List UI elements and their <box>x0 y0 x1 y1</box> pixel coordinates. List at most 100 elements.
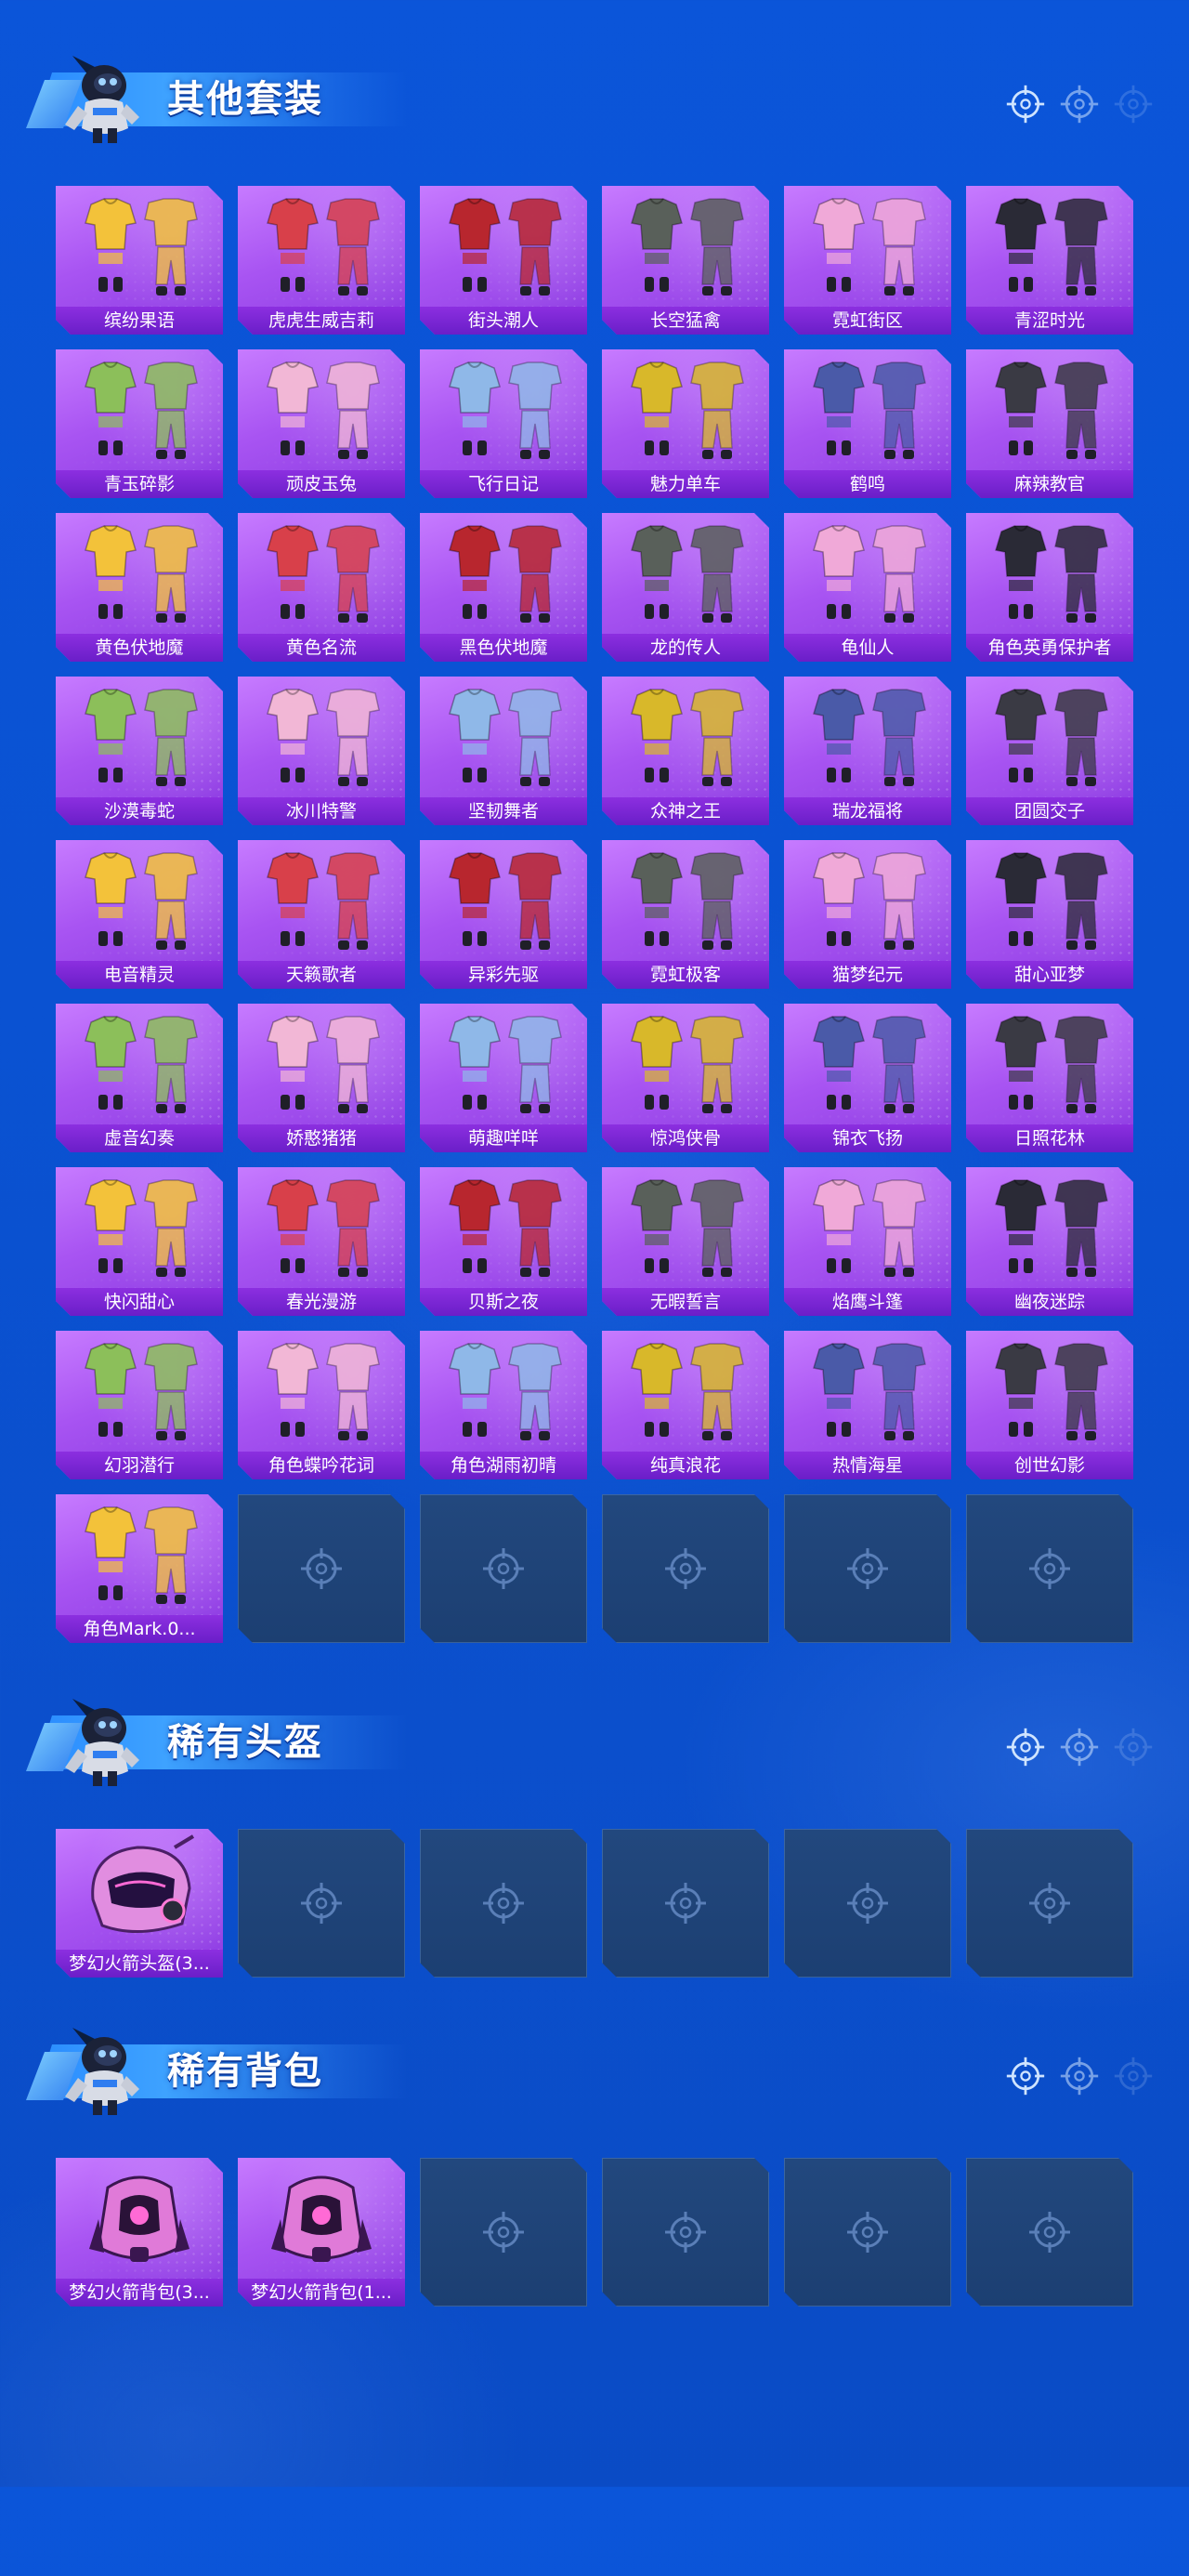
item-card[interactable]: 角色Mark.0... <box>56 1494 223 1643</box>
item-card[interactable]: 甜心亚梦 <box>966 840 1133 989</box>
empty-slot <box>784 1829 951 1978</box>
item-card[interactable]: 春光漫游 <box>238 1167 405 1316</box>
item-card[interactable]: 电音精灵 <box>56 840 223 989</box>
outfit-image <box>799 1336 936 1446</box>
item-label: 猫梦纪元 <box>784 961 951 989</box>
item-label: 电音精灵 <box>56 961 223 989</box>
decor-icons <box>1005 1727 1172 1768</box>
outfit-image <box>253 191 390 301</box>
item-label: 春光漫游 <box>238 1288 405 1316</box>
outfit-image <box>617 1173 754 1282</box>
section-3: 稀有背包 梦幻火箭背包(3... 梦幻火箭背包(1... <box>0 2018 1189 2576</box>
outfit-image <box>799 1173 936 1282</box>
outfit-image <box>799 519 936 628</box>
item-card[interactable]: 众神之王 <box>602 677 769 825</box>
item-label: 梦幻火箭头盔(3... <box>56 1950 223 1978</box>
item-card[interactable]: 龙的传人 <box>602 513 769 662</box>
item-card[interactable]: 惊鸿侠骨 <box>602 1004 769 1152</box>
item-card[interactable]: 日照花林 <box>966 1004 1133 1152</box>
item-label: 冰川特警 <box>238 797 405 825</box>
outfit-image <box>799 1009 936 1119</box>
item-card[interactable]: 霓虹极客 <box>602 840 769 989</box>
item-label: 日照花林 <box>966 1124 1133 1152</box>
empty-slot <box>420 1494 587 1643</box>
item-card[interactable]: 团圆交子 <box>966 677 1133 825</box>
item-card[interactable]: 飞行日记 <box>420 349 587 498</box>
item-card[interactable]: 青涩时光 <box>966 186 1133 335</box>
item-card[interactable]: 坚韧舞者 <box>420 677 587 825</box>
item-card[interactable]: 黄色名流 <box>238 513 405 662</box>
crosshair-icon <box>1005 84 1046 125</box>
empty-slot <box>784 2158 951 2307</box>
item-label: 贝斯之夜 <box>420 1288 587 1316</box>
item-card[interactable]: 顽皮玉兔 <box>238 349 405 498</box>
item-label: 娇憨猪猪 <box>238 1124 405 1152</box>
crosshair-icon <box>481 2210 526 2254</box>
item-card[interactable]: 青玉碎影 <box>56 349 223 498</box>
item-card[interactable]: 虚音幻奏 <box>56 1004 223 1152</box>
item-card[interactable]: 创世幻影 <box>966 1331 1133 1479</box>
item-label: 瑞龙福将 <box>784 797 951 825</box>
item-card[interactable]: 角色英勇保护者 <box>966 513 1133 662</box>
crosshair-icon <box>1059 1727 1100 1768</box>
item-card[interactable]: 鹤鸣 <box>784 349 951 498</box>
helmet-image <box>71 1834 208 1944</box>
item-card[interactable]: 梦幻火箭头盔(3... <box>56 1829 223 1978</box>
item-card[interactable]: 黄色伏地魔 <box>56 513 223 662</box>
item-card[interactable]: 贝斯之夜 <box>420 1167 587 1316</box>
item-label: 纯真浪花 <box>602 1452 769 1479</box>
item-card[interactable]: 锦衣飞扬 <box>784 1004 951 1152</box>
empty-slot <box>784 1494 951 1643</box>
item-label: 异彩先驱 <box>420 961 587 989</box>
item-card[interactable]: 沙漠毒蛇 <box>56 677 223 825</box>
item-card[interactable]: 萌趣咩咩 <box>420 1004 587 1152</box>
item-label: 麻辣教官 <box>966 470 1133 498</box>
item-card[interactable]: 梦幻火箭背包(3... <box>56 2158 223 2307</box>
item-card[interactable]: 瑞龙福将 <box>784 677 951 825</box>
item-card[interactable]: 街头潮人 <box>420 186 587 335</box>
item-card[interactable]: 天籁歌者 <box>238 840 405 989</box>
item-card[interactable]: 角色湖雨初晴 <box>420 1331 587 1479</box>
outfit-image <box>435 1336 572 1446</box>
item-card[interactable]: 无暇誓言 <box>602 1167 769 1316</box>
item-label: 创世幻影 <box>966 1452 1133 1479</box>
item-card[interactable]: 纯真浪花 <box>602 1331 769 1479</box>
item-label: 幻羽潜行 <box>56 1452 223 1479</box>
item-card[interactable]: 冰川特警 <box>238 677 405 825</box>
item-label: 缤纷果语 <box>56 307 223 335</box>
item-label: 幽夜迷踪 <box>966 1288 1133 1316</box>
item-card[interactable]: 麻辣教官 <box>966 349 1133 498</box>
item-card[interactable]: 娇憨猪猪 <box>238 1004 405 1152</box>
item-label: 虎虎生威吉莉 <box>238 307 405 335</box>
item-card[interactable]: 龟仙人 <box>784 513 951 662</box>
item-card[interactable]: 焰鹰斗篷 <box>784 1167 951 1316</box>
item-card[interactable]: 角色蝶吟花词 <box>238 1331 405 1479</box>
outfit-image <box>253 1009 390 1119</box>
item-card[interactable]: 异彩先驱 <box>420 840 587 989</box>
empty-slot <box>602 1829 769 1978</box>
item-card[interactable]: 梦幻火箭背包(1... <box>238 2158 405 2307</box>
item-card[interactable]: 幻羽潜行 <box>56 1331 223 1479</box>
outfit-image <box>981 1336 1118 1446</box>
item-card[interactable]: 幽夜迷踪 <box>966 1167 1133 1316</box>
outfit-image <box>71 682 208 792</box>
crosshair-icon <box>1059 2056 1100 2096</box>
item-card[interactable]: 长空猛禽 <box>602 186 769 335</box>
outfit-image <box>617 682 754 792</box>
item-card[interactable]: 猫梦纪元 <box>784 840 951 989</box>
section-title: 其他套装 <box>167 78 323 121</box>
item-card[interactable]: 热情海星 <box>784 1331 951 1479</box>
section-title: 稀有头盔 <box>167 1721 323 1764</box>
item-card[interactable]: 快闪甜心 <box>56 1167 223 1316</box>
item-card[interactable]: 虎虎生威吉莉 <box>238 186 405 335</box>
empty-slot <box>238 1494 405 1643</box>
crosshair-icon <box>1027 1546 1072 1591</box>
item-card[interactable]: 霓虹街区 <box>784 186 951 335</box>
outfit-image <box>253 519 390 628</box>
item-card[interactable]: 缤纷果语 <box>56 186 223 335</box>
item-card[interactable]: 魅力单车 <box>602 349 769 498</box>
item-card[interactable]: 黑色伏地魔 <box>420 513 587 662</box>
outfit-image <box>71 846 208 955</box>
item-label: 长空猛禽 <box>602 307 769 335</box>
item-label: 梦幻火箭背包(1... <box>238 2279 405 2307</box>
